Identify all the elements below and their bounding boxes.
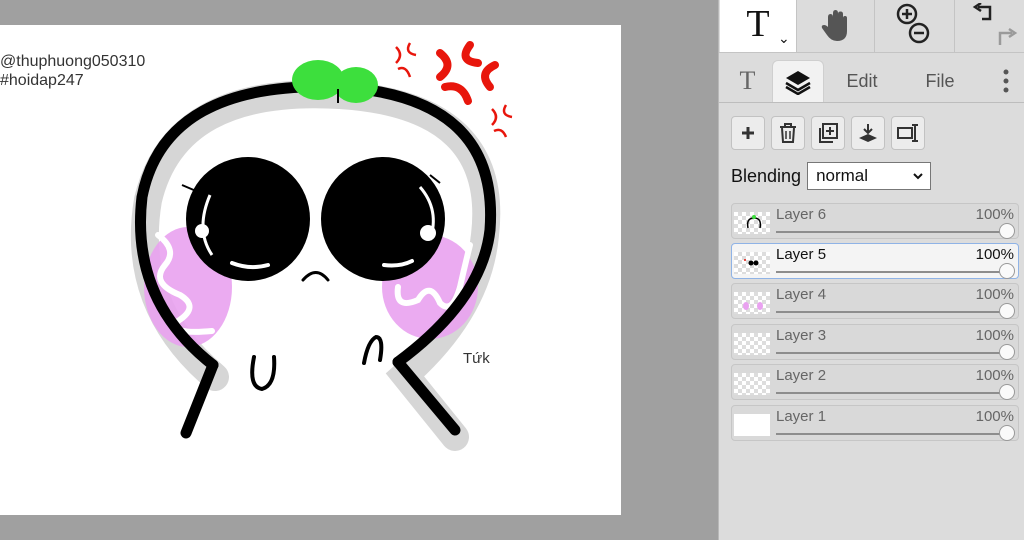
layer-properties-icon <box>897 124 918 142</box>
leaf-right <box>334 67 378 103</box>
opacity-slider-track[interactable] <box>776 271 1006 273</box>
tab-edit[interactable]: Edit <box>829 60 895 102</box>
layer-name: Layer 1 <box>776 408 827 425</box>
layer-name: Layer 3 <box>776 327 827 344</box>
mouth <box>301 271 330 282</box>
layer-row[interactable]: Layer 6 100% <box>731 203 1019 239</box>
text-T-icon: T <box>746 3 770 45</box>
layers-icon <box>785 70 811 95</box>
hand-icon <box>821 10 847 41</box>
right-eye <box>321 157 445 281</box>
blending-select[interactable]: normal <box>807 162 932 190</box>
more-vertical-icon <box>1003 69 1009 93</box>
drawing-artwork <box>130 41 513 451</box>
left-arm <box>250 355 277 392</box>
layer-row[interactable]: Layer 5 100% <box>731 243 1019 279</box>
layer-row[interactable]: Layer 3 100% <box>731 324 1019 360</box>
drawing-canvas[interactable]: @thuphuong050310 #hoidap247 Tứk <box>0 25 621 515</box>
chevron-down-icon[interactable]: ⌄ <box>778 30 790 47</box>
add-layer-button[interactable] <box>731 116 765 150</box>
undo-redo-button[interactable] <box>955 0 1024 52</box>
artist-signature: Tứk <box>463 350 490 367</box>
opacity-slider-track[interactable] <box>776 392 1006 394</box>
opacity-slider-handle[interactable] <box>999 263 1015 279</box>
opacity-slider-handle[interactable] <box>999 425 1015 441</box>
text-tool-button[interactable]: T ⌄ <box>720 0 797 52</box>
text-T-icon: T <box>739 66 756 95</box>
anger-mark-big <box>436 41 499 105</box>
delete-layer-icon <box>780 123 796 143</box>
merge-down-icon <box>859 124 877 142</box>
layer-thumbnail <box>734 373 770 395</box>
panel-tabs: T Edit File <box>719 60 1024 103</box>
layer-properties-button[interactable] <box>891 116 925 150</box>
opacity-slider-track[interactable] <box>776 352 1006 354</box>
tab-file[interactable]: File <box>905 60 975 102</box>
layer-thumbnail <box>734 292 770 314</box>
zoom-tool-button[interactable] <box>875 0 955 52</box>
duplicate-layer-button[interactable] <box>811 116 845 150</box>
layer-opacity: 100% <box>975 408 1014 425</box>
right-arm <box>362 334 384 365</box>
layer-name: Layer 4 <box>776 286 827 303</box>
layer-row[interactable]: Layer 2 100% <box>731 364 1019 400</box>
credit-username: @thuphuong050310 <box>0 53 146 70</box>
zoom-in-out-icon <box>896 3 929 44</box>
chevron-down-icon <box>913 173 923 180</box>
opacity-slider-handle[interactable] <box>999 223 1015 239</box>
credit-hashtag: #hoidap247 <box>0 72 84 89</box>
more-menu-button[interactable] <box>991 60 1021 102</box>
tool-bar: T ⌄ <box>719 0 1024 53</box>
layer-opacity: 100% <box>975 206 1014 223</box>
opacity-slider-handle[interactable] <box>999 384 1015 400</box>
duplicate-layer-icon <box>819 123 838 143</box>
blending-row: Blending normal <box>731 161 932 191</box>
tab-layers[interactable] <box>772 60 824 102</box>
layer-opacity: 100% <box>975 286 1014 303</box>
layer-thumbnail <box>734 333 770 355</box>
undo-redo-icon <box>972 3 1018 45</box>
opacity-slider-handle[interactable] <box>999 303 1015 319</box>
layer-opacity: 100% <box>975 367 1014 384</box>
layer-name: Layer 5 <box>776 246 827 263</box>
layer-thumbnail <box>734 212 770 234</box>
blending-value: normal <box>816 166 869 185</box>
opacity-slider-track[interactable] <box>776 433 1006 435</box>
layer-name: Layer 2 <box>776 367 827 384</box>
opacity-slider-handle[interactable] <box>999 344 1015 360</box>
layer-row[interactable]: Layer 4 100% <box>731 283 1019 319</box>
blending-label: Blending <box>731 165 802 186</box>
layer-row[interactable]: Layer 1 100% <box>731 405 1019 441</box>
delete-layer-button[interactable] <box>771 116 805 150</box>
add-layer-icon <box>742 127 754 139</box>
layer-opacity: 100% <box>975 246 1014 263</box>
layer-opacity: 100% <box>975 327 1014 344</box>
hand-tool-button[interactable] <box>797 0 875 52</box>
anger-mark-small-2 <box>491 104 513 138</box>
layer-thumbnail <box>734 414 770 436</box>
side-panel: T ⌄ T Edit File Blending normal Layer 6 … <box>718 0 1024 540</box>
tab-text[interactable]: T <box>725 60 770 102</box>
merge-down-button[interactable] <box>851 116 885 150</box>
workspace: @thuphuong050310 #hoidap247 Tứk <box>0 0 718 540</box>
layer-name: Layer 6 <box>776 206 827 223</box>
opacity-slider-track[interactable] <box>776 311 1006 313</box>
anger-mark-small-1 <box>395 42 417 78</box>
layer-thumbnail <box>734 252 770 274</box>
opacity-slider-track[interactable] <box>776 231 1006 233</box>
